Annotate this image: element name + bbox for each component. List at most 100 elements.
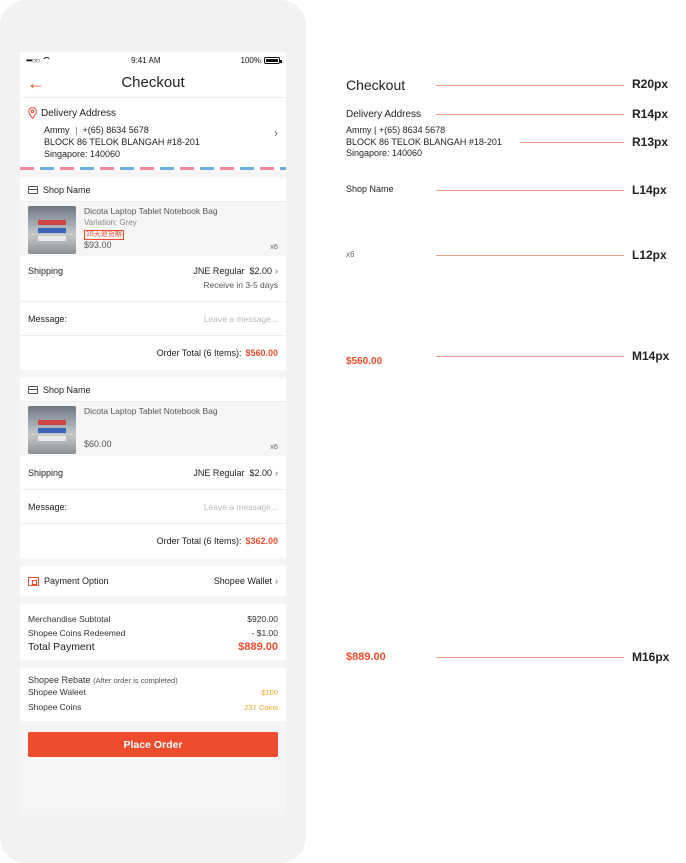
annotation-line	[436, 190, 624, 191]
order-total-row: Order Total (6 Items): $560.00	[20, 336, 286, 370]
delivery-address-label: Delivery Address	[41, 107, 117, 119]
shipping-label: Shipping	[28, 266, 64, 276]
order-total-amount: $560.00	[245, 348, 278, 358]
annotation-sample: Delivery Address	[346, 109, 422, 120]
total-payment-value: $889.00	[238, 641, 278, 653]
rebate-coins-value: 237 Coins	[244, 703, 278, 712]
coins-redeemed-label: Shopee Coins Redeemed	[28, 628, 126, 638]
message-label: Message:	[28, 313, 68, 324]
message-input[interactable]: Leave a message...	[204, 314, 278, 324]
rebate-coins-label: Shopee Coins	[28, 702, 82, 712]
annotation-spec: M14px	[632, 349, 670, 363]
signal-icon: •••○○	[26, 55, 40, 65]
recipient-name: Ammy	[44, 125, 70, 135]
shipping-price: $2.00	[249, 467, 272, 478]
chevron-right-icon: ›	[275, 576, 278, 586]
shipping-price: $2.00	[249, 266, 272, 276]
product-name: Dicota Laptop Tablet Notebook Bag	[84, 406, 218, 416]
message-row: Message: Leave a message...	[20, 490, 286, 524]
battery-icon	[264, 56, 282, 64]
annotation-spec: R20px	[632, 77, 669, 91]
message-row: Message: Leave a message...	[20, 302, 286, 336]
app-bar: ← Checkout	[20, 68, 286, 98]
shop-icon	[28, 385, 38, 394]
shipping-method: JNE Regular	[193, 467, 245, 478]
annotation-sample: $560.00	[346, 356, 383, 367]
product-thumbnail	[28, 206, 76, 254]
subtotal-value: $920.00	[247, 614, 278, 624]
address-stripe	[20, 167, 286, 170]
shop-header[interactable]: Shop Name	[20, 178, 286, 202]
shop-name: Shop Name	[43, 384, 91, 395]
message-input[interactable]: Leave a message...	[204, 502, 278, 512]
chevron-right-icon[interactable]: ›	[274, 126, 278, 140]
checkout-screen: •••○○ 9:41 AM 100% ← Checkout Delivery A…	[20, 52, 286, 815]
annotation-spec: L14px	[632, 183, 667, 197]
annotation-sample: $889.00	[346, 651, 386, 663]
message-label: Message:	[28, 501, 68, 512]
annotation-sample: Shop Name	[346, 184, 394, 194]
shipping-method: JNE Regular	[193, 266, 245, 276]
annotation-line	[436, 255, 624, 256]
subtotal-label: Merchandise Subtotal	[28, 614, 111, 624]
annotation-spec: R14px	[632, 107, 669, 121]
payment-summary: Merchandise Subtotal $920.00 Shopee Coins…	[20, 604, 286, 660]
payment-option-value: Shopee Wallet	[213, 576, 272, 586]
product-thumbnail	[28, 406, 76, 454]
recipient-phone: +(65) 8634 5678	[82, 125, 149, 135]
product-item[interactable]: Dicota Laptop Tablet Notebook Bag Variat…	[20, 202, 286, 256]
annotation-spec: L12px	[632, 248, 667, 262]
shipping-eta: Receive in 3-5 days	[203, 280, 278, 290]
annotation-spec: R13px	[632, 135, 669, 149]
page-title: Checkout	[121, 74, 185, 91]
rebate-wallet-label: Shopee Waleet	[28, 687, 86, 697]
rebate-section: Shopee Rebate (After order is completed)…	[20, 668, 286, 721]
address-details: Ammy +(65) 8634 5678 BLOCK 86 TELOK BLANG…	[44, 124, 278, 160]
annotation-line	[436, 85, 624, 86]
rebate-wallet-value: $100	[261, 688, 278, 697]
shop-card: Shop Name Dicota Laptop Tablet Notebook …	[20, 378, 286, 558]
wallet-icon	[28, 576, 39, 586]
rebate-title: Shopee Rebate	[28, 675, 91, 685]
divider	[75, 126, 77, 135]
battery-fill	[266, 58, 278, 62]
annotation-sample: Ammy | +(65) 8634 5678 BLOCK 86 TELOK BL…	[346, 125, 502, 158]
product-item[interactable]: Dicota Laptop Tablet Notebook Bag $60.00…	[20, 402, 286, 456]
shipping-row[interactable]: Shipping JNE Regular $2.00 ›	[20, 456, 286, 490]
shop-icon	[28, 185, 38, 194]
annotation-sample: x6	[346, 250, 355, 259]
wifi-icon	[42, 56, 52, 64]
shipping-row[interactable]: Shipping JNE Regular $2.00 › Receive in 3…	[20, 256, 286, 302]
annotation-line	[436, 114, 624, 115]
product-price: $93.00	[84, 240, 112, 250]
product-quantity: x6	[270, 242, 278, 251]
shipping-label: Shipping	[28, 467, 64, 478]
shop-header[interactable]: Shop Name	[20, 378, 286, 402]
coins-redeemed-value: - $1.00	[251, 628, 278, 638]
payment-option-label: Payment Option	[44, 576, 109, 586]
order-total-label: Order Total (6 Items):	[156, 536, 242, 546]
arrow-left-icon[interactable]: ←	[27, 74, 45, 92]
chevron-right-icon: ›	[275, 266, 278, 276]
shop-card: Shop Name Dicota Laptop Tablet Notebook …	[20, 178, 286, 370]
battery-percent: 100%	[240, 55, 261, 65]
rebate-note: (After order is completed)	[93, 676, 178, 685]
return-policy-badge: 15天退货期	[84, 230, 124, 240]
place-order-button[interactable]: Place Order	[28, 732, 278, 757]
address-line-1: BLOCK 86 TELOK BLANGAH #18-201	[44, 137, 200, 147]
product-variation: Variation: Grey	[84, 218, 137, 227]
product-price: $60.00	[84, 439, 112, 449]
order-total-amount: $362.00	[245, 536, 278, 546]
annotation-line	[436, 657, 624, 658]
annotation-sample: Checkout	[346, 77, 406, 93]
order-total-row: Order Total (6 Items): $362.00	[20, 524, 286, 558]
order-total-label: Order Total (6 Items):	[156, 348, 242, 358]
annotation-line	[520, 142, 624, 143]
product-quantity: x6	[270, 442, 278, 451]
chevron-right-icon: ›	[275, 467, 278, 478]
payment-option-row[interactable]: Payment Option Shopee Wallet ›	[20, 566, 286, 596]
status-time: 9:41 AM	[131, 55, 161, 65]
annotation-spec: M16px	[632, 650, 670, 664]
delivery-address-section[interactable]: Delivery Address Ammy +(65) 8634 5678 BLO…	[20, 98, 286, 170]
shop-name: Shop Name	[43, 184, 91, 195]
